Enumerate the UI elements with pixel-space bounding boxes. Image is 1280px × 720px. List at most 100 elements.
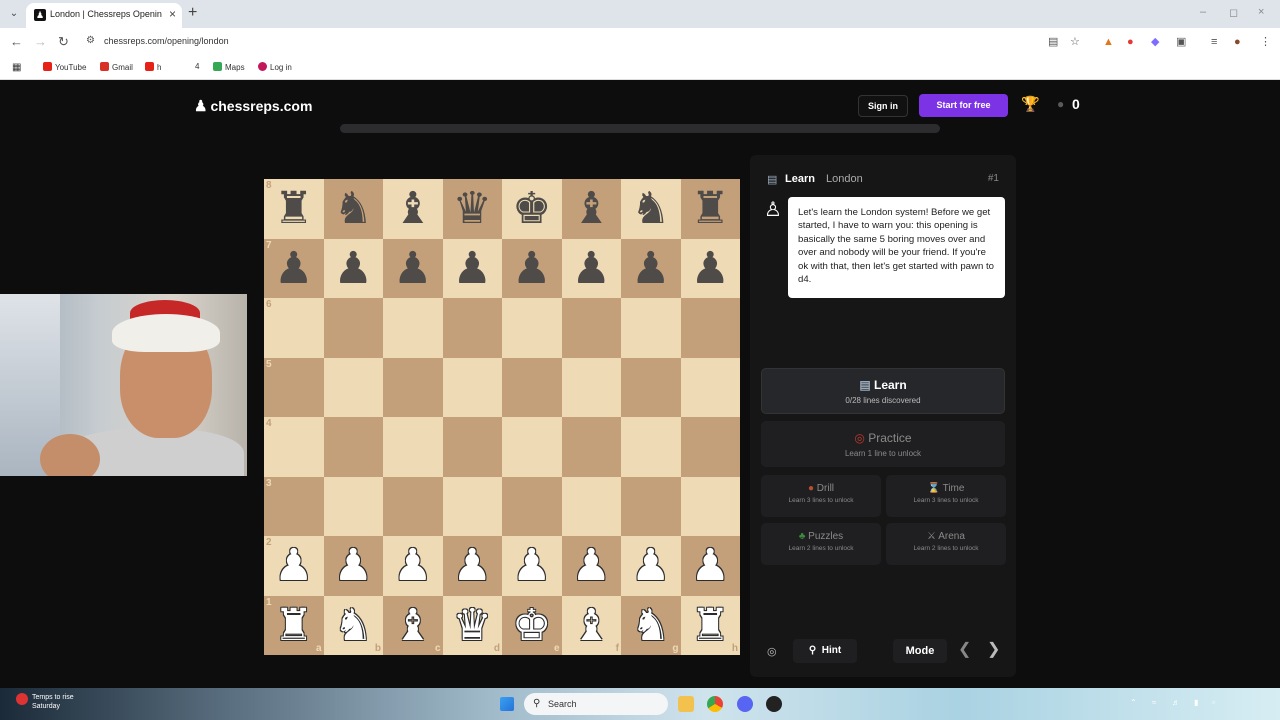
- black-rook-icon[interactable]: ♜: [681, 179, 741, 239]
- drill-mode-card[interactable]: ● Drill Learn 3 lines to unlock: [761, 475, 881, 517]
- square-c1[interactable]: c ♝: [383, 595, 443, 655]
- white-pawn-icon[interactable]: ♟: [324, 536, 384, 596]
- square-c8[interactable]: ♝: [383, 179, 443, 239]
- square-d8[interactable]: ♛: [442, 179, 503, 239]
- back-icon[interactable]: ←: [10, 34, 23, 49]
- square-h6[interactable]: [680, 298, 740, 358]
- window-close-icon[interactable]: ×: [1258, 6, 1264, 18]
- hint-button[interactable]: ⚲ Hint: [793, 639, 857, 663]
- square-a8[interactable]: 8 ♜: [264, 179, 324, 239]
- start-for-free-button[interactable]: Start for free: [919, 94, 1008, 117]
- square-f1[interactable]: f ♝: [561, 595, 622, 656]
- square-d7[interactable]: ♟: [442, 238, 502, 298]
- square-g5[interactable]: [621, 357, 681, 417]
- square-f4[interactable]: [561, 417, 621, 477]
- white-pawn-icon[interactable]: ♟: [621, 536, 681, 596]
- chrome-icon[interactable]: [707, 696, 723, 712]
- square-b7[interactable]: ♟: [323, 238, 384, 299]
- square-h3[interactable]: [680, 476, 740, 536]
- square-g2[interactable]: ♟: [621, 536, 681, 596]
- square-e6[interactable]: [502, 298, 562, 358]
- square-b6[interactable]: [323, 298, 383, 358]
- square-e7[interactable]: ♟: [502, 238, 562, 298]
- square-e3[interactable]: [502, 476, 562, 536]
- new-tab-icon[interactable]: +: [188, 4, 197, 22]
- profile-avatar-icon[interactable]: ●: [1234, 35, 1241, 49]
- square-d1[interactable]: d ♛: [442, 595, 502, 655]
- square-e4[interactable]: [502, 417, 562, 477]
- white-king-icon[interactable]: ♚: [502, 596, 562, 656]
- time-mode-card[interactable]: ⌛ Time Learn 3 lines to unlock: [886, 475, 1006, 517]
- battery-icon[interactable]: ▮: [1194, 698, 1198, 707]
- black-rook-icon[interactable]: ♜: [264, 179, 324, 239]
- black-pawn-icon[interactable]: ♟: [621, 239, 681, 299]
- tab-close-icon[interactable]: ×: [169, 7, 176, 21]
- purple-extension-icon[interactable]: ◆: [1151, 35, 1159, 49]
- ad-blocker-extension-icon[interactable]: ●: [1127, 35, 1134, 49]
- square-a1[interactable]: 1 a ♜: [264, 595, 324, 656]
- black-king-icon[interactable]: ♚: [502, 179, 562, 239]
- black-pawn-icon[interactable]: ♟: [324, 239, 384, 299]
- bookmark-maps[interactable]: Maps: [213, 62, 245, 72]
- address-bar[interactable]: ⚙ chessreps.com/opening/london: [80, 31, 1100, 53]
- square-f2[interactable]: ♟: [561, 536, 621, 596]
- black-queen-icon[interactable]: ♛: [443, 179, 503, 239]
- learn-mode-card[interactable]: ▤ Learn 0/28 lines discovered: [761, 368, 1005, 414]
- white-pawn-icon[interactable]: ♟: [443, 536, 503, 596]
- forward-icon[interactable]: →: [34, 34, 47, 49]
- square-f8[interactable]: ♝: [561, 179, 622, 239]
- taskbar-search[interactable]: ⚲ Search: [524, 693, 668, 715]
- square-c6[interactable]: [383, 298, 443, 358]
- square-e1[interactable]: e ♚: [502, 595, 562, 656]
- windows-start-icon[interactable]: [500, 697, 514, 711]
- minimize-icon[interactable]: –: [1200, 6, 1206, 18]
- square-c7[interactable]: ♟: [383, 238, 443, 299]
- wifi-icon[interactable]: ≈: [1152, 698, 1156, 707]
- black-knight-icon[interactable]: ♞: [324, 179, 384, 239]
- black-pawn-icon[interactable]: ♟: [383, 239, 443, 299]
- white-pawn-icon[interactable]: ♟: [502, 536, 562, 596]
- black-bishop-icon[interactable]: ♝: [562, 179, 622, 239]
- square-c2[interactable]: ♟: [383, 536, 443, 596]
- bookmark-h[interactable]: h: [145, 62, 161, 72]
- square-a2[interactable]: 2 ♟: [264, 536, 324, 596]
- practice-mode-card[interactable]: ◎ Practice Learn 1 line to unlock: [761, 421, 1005, 467]
- square-g7[interactable]: ♟: [621, 238, 681, 299]
- square-a7[interactable]: 7 ♟: [264, 238, 324, 298]
- black-knight-icon[interactable]: ♞: [621, 179, 681, 239]
- square-b8[interactable]: ♞: [323, 179, 384, 239]
- square-e8[interactable]: ♚: [502, 179, 562, 239]
- apps-grid-icon[interactable]: ▦: [12, 62, 21, 73]
- arena-mode-card[interactable]: ⚔ Arena Learn 2 lines to unlock: [886, 523, 1006, 565]
- square-e5[interactable]: [502, 357, 562, 417]
- white-knight-icon[interactable]: ♞: [621, 596, 681, 656]
- extensions-puzzle-icon[interactable]: ▣: [1176, 35, 1186, 49]
- white-bishop-icon[interactable]: ♝: [562, 596, 622, 656]
- square-f5[interactable]: [561, 357, 621, 417]
- bookmark-youtube[interactable]: YouTube: [43, 62, 86, 72]
- square-d6[interactable]: [442, 298, 502, 358]
- square-g8[interactable]: ♞: [621, 179, 681, 239]
- volume-icon[interactable]: ♬: [1172, 698, 1180, 707]
- square-c5[interactable]: [383, 357, 443, 417]
- square-e2[interactable]: ♟: [502, 536, 562, 596]
- discord-icon[interactable]: [737, 696, 753, 712]
- bookmark-gmail[interactable]: Gmail: [100, 62, 133, 72]
- white-rook-icon[interactable]: ♜: [264, 596, 324, 656]
- square-b5[interactable]: [323, 357, 383, 417]
- tray-chevron-icon[interactable]: ⌃: [1130, 698, 1137, 707]
- square-g3[interactable]: [621, 476, 681, 536]
- white-pawn-icon[interactable]: ♟: [383, 536, 443, 596]
- square-d3[interactable]: [442, 476, 502, 536]
- notification-icon[interactable]: ▫: [1212, 698, 1215, 707]
- square-h7[interactable]: ♟: [680, 238, 740, 298]
- square-h5[interactable]: [680, 357, 740, 417]
- mode-button[interactable]: Mode: [893, 639, 947, 663]
- square-b2[interactable]: ♟: [323, 536, 384, 596]
- restore-icon[interactable]: ◻: [1229, 6, 1238, 19]
- settings-target-icon[interactable]: ◎: [767, 645, 777, 658]
- bookmark-4[interactable]: 4: [195, 62, 199, 71]
- browser-tab-active[interactable]: ♟ London | Chessreps Opening Tr ×: [26, 3, 182, 28]
- square-d2[interactable]: ♟: [442, 536, 503, 596]
- metamask-extension-icon[interactable]: ▲: [1103, 35, 1114, 49]
